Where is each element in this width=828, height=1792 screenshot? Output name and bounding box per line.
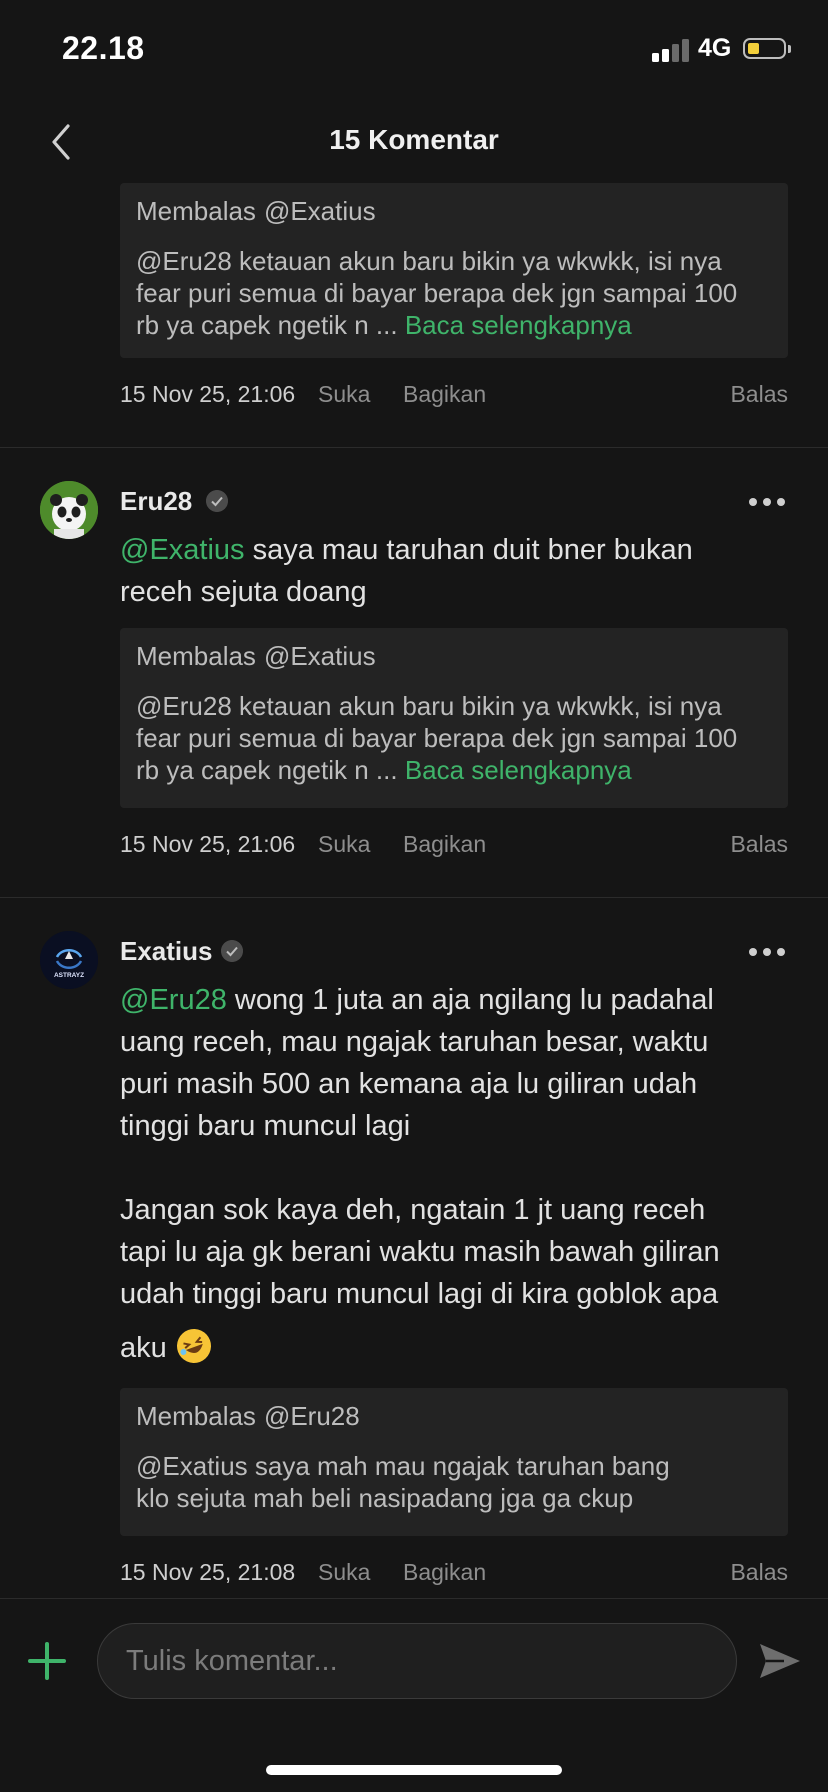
- comment-date: 15 Nov 25, 21:06: [120, 381, 296, 407]
- quote-target: @Exatius: [263, 641, 376, 671]
- read-more-link[interactable]: Baca selengkapnya: [405, 310, 632, 340]
- comment-input-bar: [0, 1598, 828, 1721]
- home-indicator: [266, 1765, 562, 1775]
- divider: [0, 447, 828, 448]
- comment-username[interactable]: Eru28: [120, 486, 192, 517]
- quote-text: @Exatius saya mah mau ngajak taruhan ban…: [136, 1451, 670, 1513]
- comment-text: @Eru28 wong 1 juta an aja ngilang lu pad…: [120, 979, 800, 1369]
- share-button[interactable]: Bagikan: [403, 1559, 486, 1586]
- comment-date: 15 Nov 25, 21:06: [120, 831, 296, 857]
- reply-button[interactable]: Balas: [730, 1559, 788, 1586]
- comment-date: 15 Nov 25, 21:08: [120, 1559, 296, 1585]
- read-more-link[interactable]: Baca selengkapnya: [405, 755, 632, 785]
- quote-target: @Eru28: [263, 1401, 360, 1431]
- avatar[interactable]: ASTRAYZ: [40, 931, 98, 989]
- page-title: 15 Komentar: [329, 124, 499, 155]
- comment-username[interactable]: Exatius: [120, 936, 213, 967]
- comment-meta: 15 Nov 25, 21:08 Suka Bagikan Balas: [120, 1559, 788, 1589]
- quote-label: Membalas: [136, 196, 256, 226]
- status-time: 22.18: [62, 30, 145, 66]
- verified-icon: [221, 940, 243, 962]
- avatar[interactable]: [40, 481, 98, 539]
- more-options-icon[interactable]: [749, 945, 789, 959]
- like-button[interactable]: Suka: [318, 831, 370, 858]
- panda-avatar-icon: [40, 481, 98, 539]
- header: 15 Komentar: [0, 96, 828, 188]
- laughing-emoji-icon: [176, 1329, 211, 1363]
- reply-button[interactable]: Balas: [730, 381, 788, 408]
- share-button[interactable]: Bagikan: [403, 381, 486, 408]
- reply-quote[interactable]: Membalas @Exatius @Eru28 ketauan akun bar…: [120, 628, 788, 808]
- reply-quote[interactable]: Membalas @Exatius @Eru28 ketauan akun bar…: [120, 183, 788, 358]
- network-type: 4G: [698, 34, 732, 62]
- signal-icon: [652, 38, 692, 62]
- plus-icon[interactable]: [28, 1642, 66, 1680]
- comment-input[interactable]: [97, 1623, 737, 1699]
- comment-text: @Exatius saya mau taruhan duit bner buka…: [120, 534, 693, 608]
- quote-text: @Eru28 ketauan akun baru bikin ya wkwkk,…: [136, 246, 738, 340]
- quote-label: Membalas: [136, 641, 256, 671]
- more-options-icon[interactable]: [749, 495, 789, 509]
- like-button[interactable]: Suka: [318, 381, 370, 408]
- share-button[interactable]: Bagikan: [403, 831, 486, 858]
- mention-link[interactable]: @Exatius: [120, 534, 245, 566]
- verified-icon: [206, 490, 228, 512]
- like-button[interactable]: Suka: [318, 1559, 370, 1586]
- send-icon[interactable]: [758, 1641, 802, 1681]
- quote-label: Membalas: [136, 1401, 256, 1431]
- quote-text: @Eru28 ketauan akun baru bikin ya wkwkk,…: [136, 691, 738, 785]
- svg-text:ASTRAYZ: ASTRAYZ: [54, 972, 84, 979]
- mention-link[interactable]: @Eru28: [120, 984, 227, 1016]
- comment-meta: 15 Nov 25, 21:06 Suka Bagikan Balas: [120, 381, 788, 411]
- reply-button[interactable]: Balas: [730, 831, 788, 858]
- divider: [0, 897, 828, 898]
- quote-target: @Exatius: [263, 196, 376, 226]
- status-bar: 22.18 4G: [0, 0, 828, 96]
- astrayz-logo-icon: ASTRAYZ: [40, 931, 98, 989]
- battery-icon: [743, 38, 791, 59]
- comment-meta: 15 Nov 25, 21:06 Suka Bagikan Balas: [120, 831, 788, 861]
- reply-quote[interactable]: Membalas @Eru28 @Exatius saya mah mau nga…: [120, 1388, 788, 1536]
